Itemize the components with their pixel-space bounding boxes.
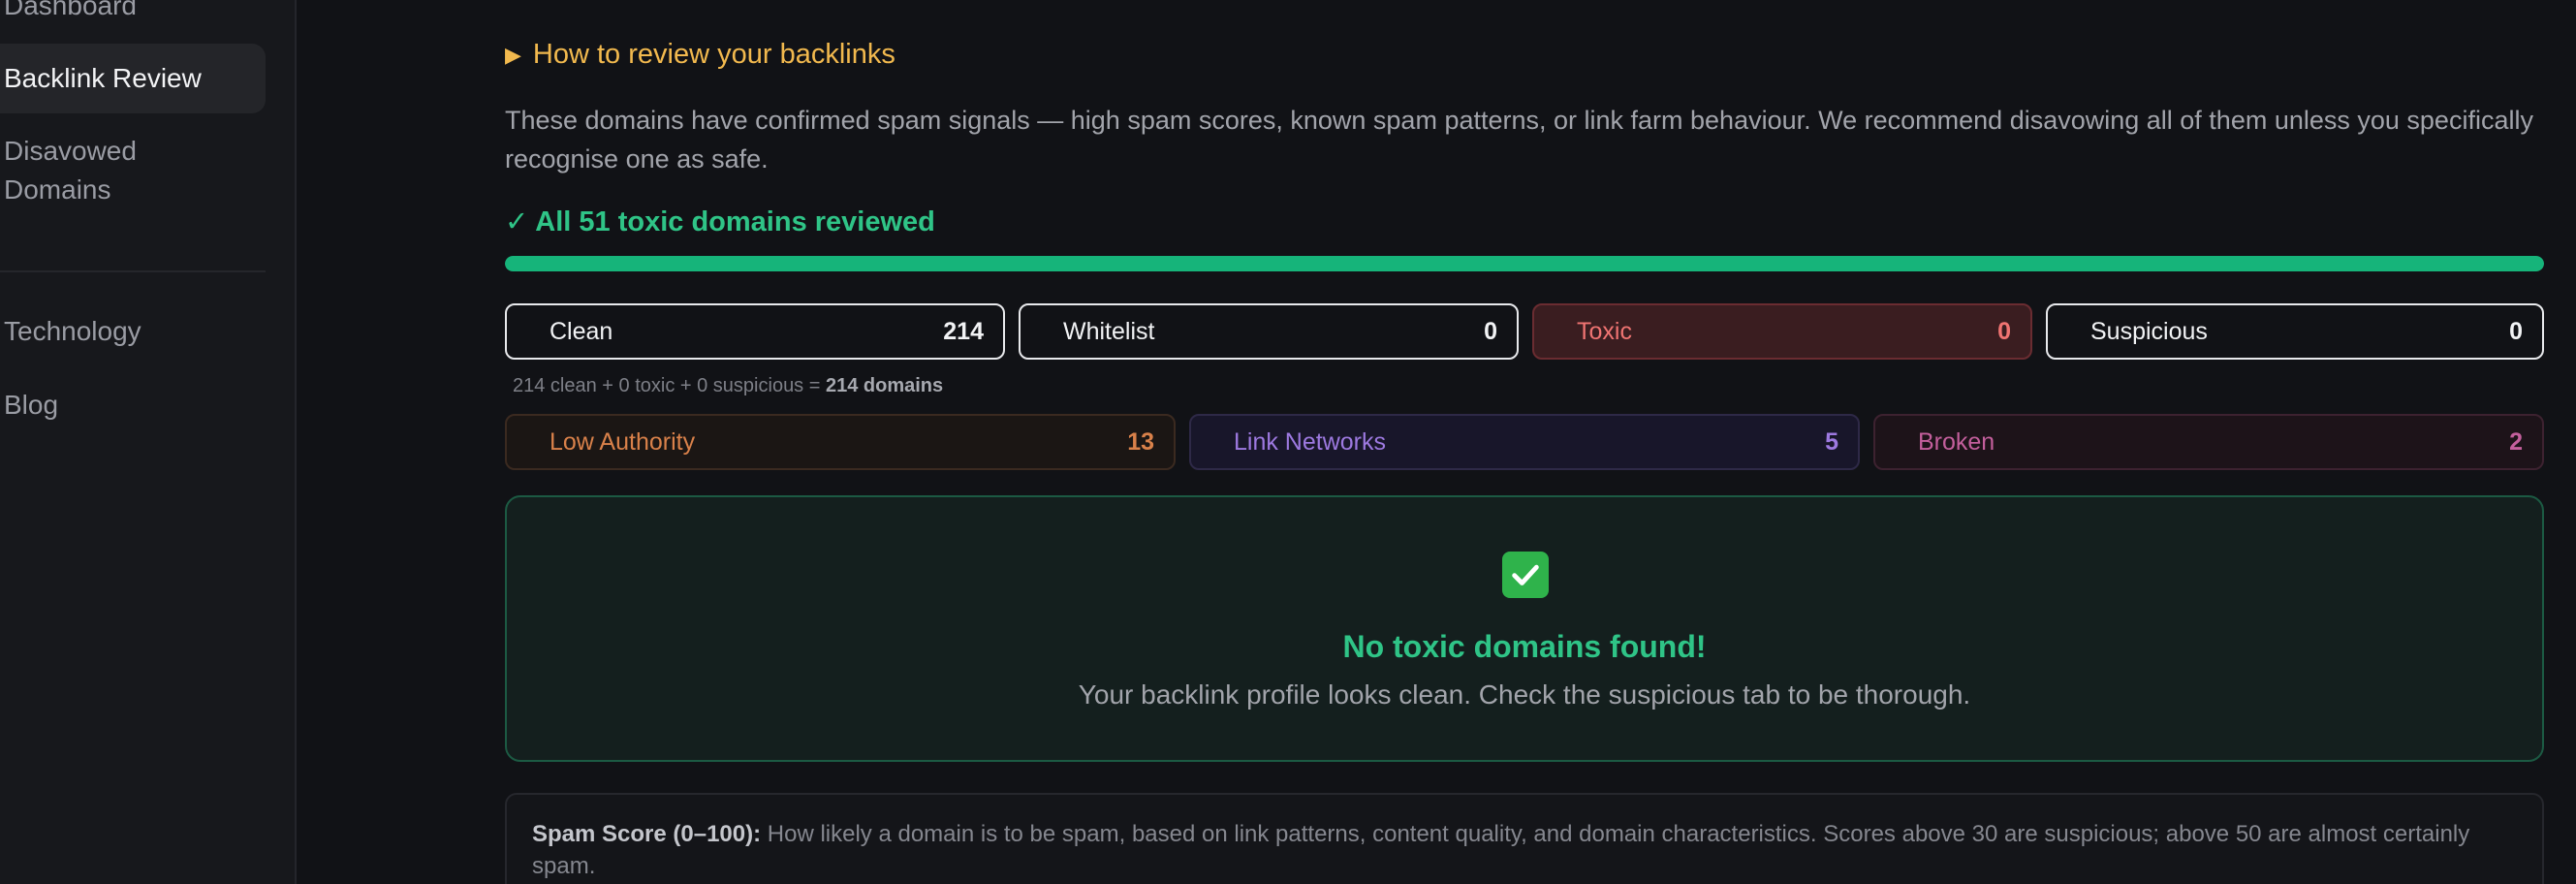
- sidebar-item-disavowed-domains[interactable]: Disavowed Domains: [0, 132, 194, 209]
- sidebar-item-label: Blog: [4, 390, 59, 420]
- category-count: 13: [1127, 427, 1154, 456]
- category-label: Broken: [1918, 427, 1995, 456]
- category-count: 5: [1825, 427, 1838, 456]
- filter-label: Whitelist: [1063, 317, 1155, 345]
- check-mark-button-icon: [1502, 552, 1549, 598]
- description-text: These domains have confirmed spam signal…: [505, 106, 2533, 174]
- filter-clean[interactable]: Clean 214: [505, 303, 1005, 360]
- filter-label: Toxic: [1577, 317, 1632, 345]
- empty-state-subtitle: Your backlink profile looks clean. Check…: [1078, 679, 1971, 710]
- sidebar-item-backlink-review[interactable]: Backlink Review: [0, 44, 266, 113]
- review-progress-fill: [505, 256, 2544, 271]
- category-link-networks[interactable]: Link Networks 5: [1189, 414, 1860, 470]
- sidebar-divider: [0, 270, 266, 272]
- triangle-right-icon: ▶: [505, 42, 521, 67]
- domain-summary: 214 clean + 0 toxic + 0 suspicious = 214…: [513, 375, 943, 397]
- sidebar-item-label: Backlink Review: [4, 63, 202, 93]
- filter-toxic[interactable]: Toxic 0: [1532, 303, 2032, 360]
- sidebar-item-technology[interactable]: Technology: [0, 312, 266, 351]
- category-broken[interactable]: Broken 2: [1873, 414, 2544, 470]
- sidebar-item-label: Dashboard: [4, 0, 137, 20]
- filter-label: Suspicious: [2090, 317, 2208, 345]
- filter-count: 0: [1997, 317, 2011, 345]
- status-filter-row: Clean 214 Whitelist 0 Toxic 0 Suspicious…: [505, 303, 2544, 360]
- filter-whitelist[interactable]: Whitelist 0: [1019, 303, 1519, 360]
- sidebar-item-dashboard[interactable]: Dashboard: [0, 0, 266, 25]
- sidebar-item-label: Disavowed Domains: [4, 136, 137, 205]
- review-progress-bar: [505, 256, 2544, 271]
- category-label: Link Networks: [1234, 427, 1386, 456]
- category-count: 2: [2509, 427, 2523, 456]
- empty-state-title: No toxic domains found!: [1342, 629, 1707, 664]
- info-term: Spam Score (0–100):: [532, 821, 762, 847]
- category-low-authority[interactable]: Low Authority 13: [505, 414, 1176, 470]
- review-status: ✓ All 51 toxic domains reviewed: [505, 206, 935, 237]
- howto-toggle[interactable]: ▶ How to review your backlinks: [505, 39, 895, 71]
- filter-count: 0: [2509, 317, 2523, 345]
- empty-state-panel: No toxic domains found! Your backlink pr…: [505, 495, 2544, 762]
- filter-count: 214: [943, 317, 984, 345]
- filter-count: 0: [1484, 317, 1497, 345]
- category-filter-row: Low Authority 13 Link Networks 5 Broken …: [505, 414, 2544, 470]
- category-label: Low Authority: [550, 427, 696, 456]
- spam-score-info: Spam Score (0–100): How likely a domain …: [505, 793, 2544, 884]
- sidebar: Dashboard Backlink Review Disavowed Doma…: [0, 0, 297, 884]
- sidebar-item-label: Technology: [4, 316, 141, 346]
- info-text: How likely a domain is to be spam, based…: [532, 821, 2470, 879]
- summary-total: 214 domains: [825, 375, 944, 396]
- summary-text: 214 clean + 0 toxic + 0 suspicious =: [513, 375, 826, 396]
- filter-suspicious[interactable]: Suspicious 0: [2046, 303, 2544, 360]
- sidebar-item-blog[interactable]: Blog: [0, 386, 266, 425]
- howto-label: How to review your backlinks: [532, 39, 895, 70]
- filter-label: Clean: [550, 317, 613, 345]
